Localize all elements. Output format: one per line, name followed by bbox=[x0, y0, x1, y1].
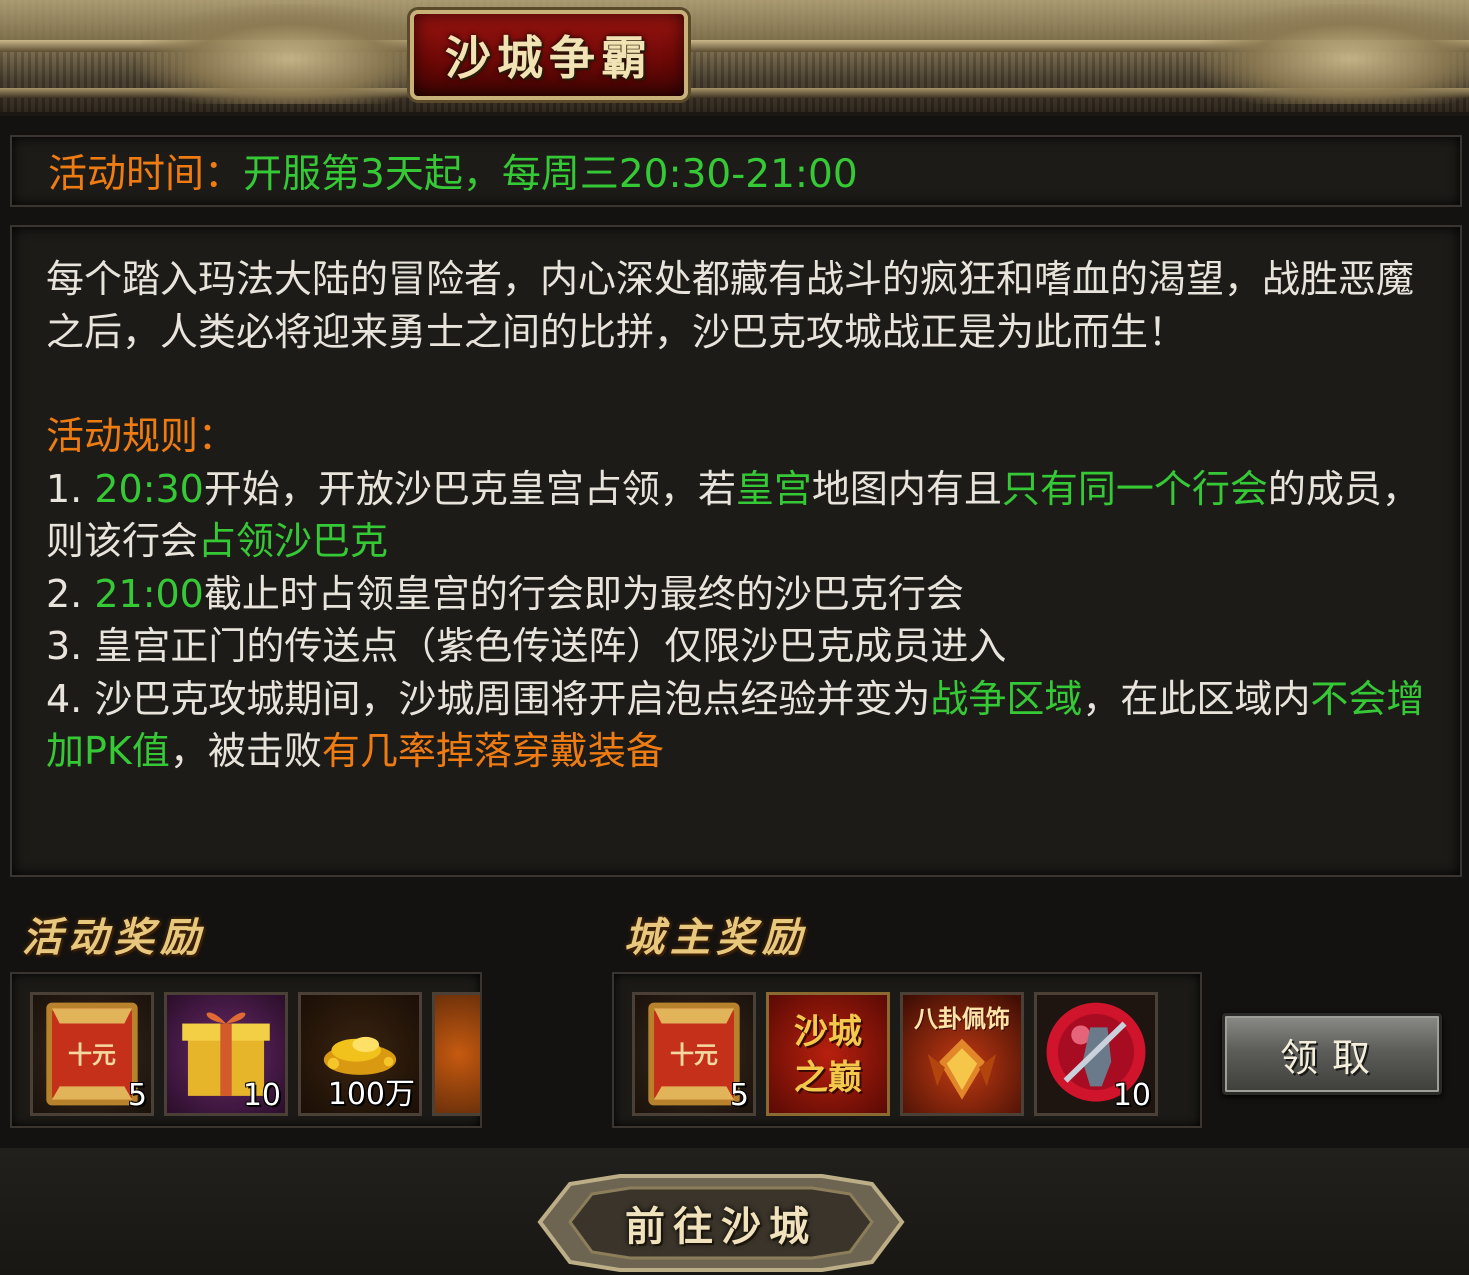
rule-2-prefix: 2. bbox=[46, 571, 95, 616]
rule-4-highlight-war-zone: 战争区域 bbox=[930, 676, 1083, 721]
rule-2: 2. 21:00截止时占领皇宫的行会即为最终的沙巴克行会 bbox=[46, 568, 1426, 621]
activity-rewards-box: 十元 5 10 100万 bbox=[10, 972, 482, 1128]
goto-button-label: 前往沙城 bbox=[625, 1202, 817, 1250]
item-count: 5 bbox=[729, 1078, 749, 1113]
dragon-ornament-right-icon bbox=[1200, 4, 1469, 104]
page-title: 沙城争霸 bbox=[445, 31, 653, 85]
lord-item-sand-city-peak[interactable]: 沙城之巅 bbox=[766, 992, 890, 1116]
item-count: 5 bbox=[127, 1078, 147, 1113]
rule-1-prefix: 1. bbox=[46, 466, 95, 511]
ten-yuan-label: 十元 bbox=[68, 1040, 116, 1069]
item-count: 100万 bbox=[327, 1077, 415, 1112]
rule-1-time: 20:30 bbox=[94, 466, 204, 511]
rule-4-text-a: 4. 沙巴克攻城期间，沙城周围将开启泡点经验并变为 bbox=[46, 676, 931, 721]
rule-1-highlight-occupy: 占领沙巴克 bbox=[198, 519, 389, 563]
rule-1-highlight-guild: 只有同一个行会 bbox=[1001, 466, 1268, 511]
lord-rewards-title: 城主奖励 bbox=[624, 914, 808, 961]
item-count: 10 bbox=[1112, 1078, 1151, 1113]
intro-text: 每个踏入玛法大陆的冒险者，内心深处都藏有战斗的疯狂和嗜血的渴望，战胜恶魔之后，人… bbox=[46, 257, 1415, 354]
rule-2-time: 21:00 bbox=[94, 571, 204, 616]
reward-item-gold[interactable]: 100万 bbox=[298, 992, 422, 1116]
rule-1-text-b: 地图内有且 bbox=[811, 466, 1002, 511]
sand-city-peak-title-icon: 沙城之巅 bbox=[794, 1012, 862, 1098]
header-banner: 沙城争霸 bbox=[0, 0, 1469, 116]
rules-title: 活动规则： bbox=[46, 414, 237, 458]
lord-item-warrior-orb[interactable]: 10 bbox=[1034, 992, 1158, 1116]
reward-item-ten-yuan[interactable]: 十元 5 bbox=[30, 992, 154, 1116]
rule-4-highlight-drop: 有几率掉落穿戴装备 bbox=[321, 729, 664, 773]
lord-item-ten-yuan[interactable]: 十元 5 bbox=[632, 992, 756, 1116]
rule-1-text-a: 开始，开放沙巴克皇宫占领，若 bbox=[203, 466, 736, 511]
ten-yuan-label: 十元 bbox=[670, 1040, 718, 1069]
activity-time-label: 活动时间： bbox=[48, 152, 244, 197]
rule-2-text: 截止时占领皇宫的行会即为最终的沙巴克行会 bbox=[203, 571, 964, 616]
description-panel: 每个踏入玛法大陆的冒险者，内心深处都藏有战斗的疯狂和嗜血的渴望，战胜恶魔之后，人… bbox=[10, 225, 1462, 877]
activity-time-value: 开服第3天起，每周三20:30-21:00 bbox=[243, 152, 858, 197]
rule-4-text-c: ，被击败 bbox=[169, 729, 322, 773]
activity-rewards-title: 活动奖励 bbox=[22, 914, 206, 961]
title-plaque: 沙城争霸 bbox=[410, 10, 688, 100]
activity-time-bar: 活动时间： 开服第3天起，每周三20:30-21:00 bbox=[10, 135, 1462, 207]
dragon-ornament-left-icon bbox=[140, 4, 440, 104]
rule-3: 3. 皇宫正门的传送点（紫色传送阵）仅限沙巴克成员进入 bbox=[46, 624, 1007, 668]
lord-rewards-box: 十元 5 沙城之巅 八卦佩饰 10 bbox=[612, 972, 1202, 1128]
goto-sand-city-button[interactable]: 前往沙城 bbox=[530, 1170, 912, 1275]
lord-item-bagua-pendant[interactable]: 八卦佩饰 bbox=[900, 992, 1024, 1116]
rule-1-highlight-palace: 皇宫 bbox=[735, 466, 812, 511]
rule-4-text-b: ，在此区域内 bbox=[1082, 676, 1311, 721]
reward-item-partial[interactable] bbox=[432, 992, 480, 1116]
reward-item-gift-box[interactable]: 10 bbox=[164, 992, 288, 1116]
item-count: 10 bbox=[242, 1078, 281, 1113]
rule-4: 4. 沙巴克攻城期间，沙城周围将开启泡点经验并变为战争区域，在此区域内不会增加P… bbox=[46, 673, 1426, 778]
claim-button[interactable]: 领取 bbox=[1222, 1013, 1442, 1095]
bagua-pendant-label: 八卦佩饰 bbox=[914, 1004, 1010, 1033]
rule-1: 1. 20:30开始，开放沙巴克皇宫占领，若皇宫地图内有且只有同一个行会的成员，… bbox=[46, 463, 1426, 568]
